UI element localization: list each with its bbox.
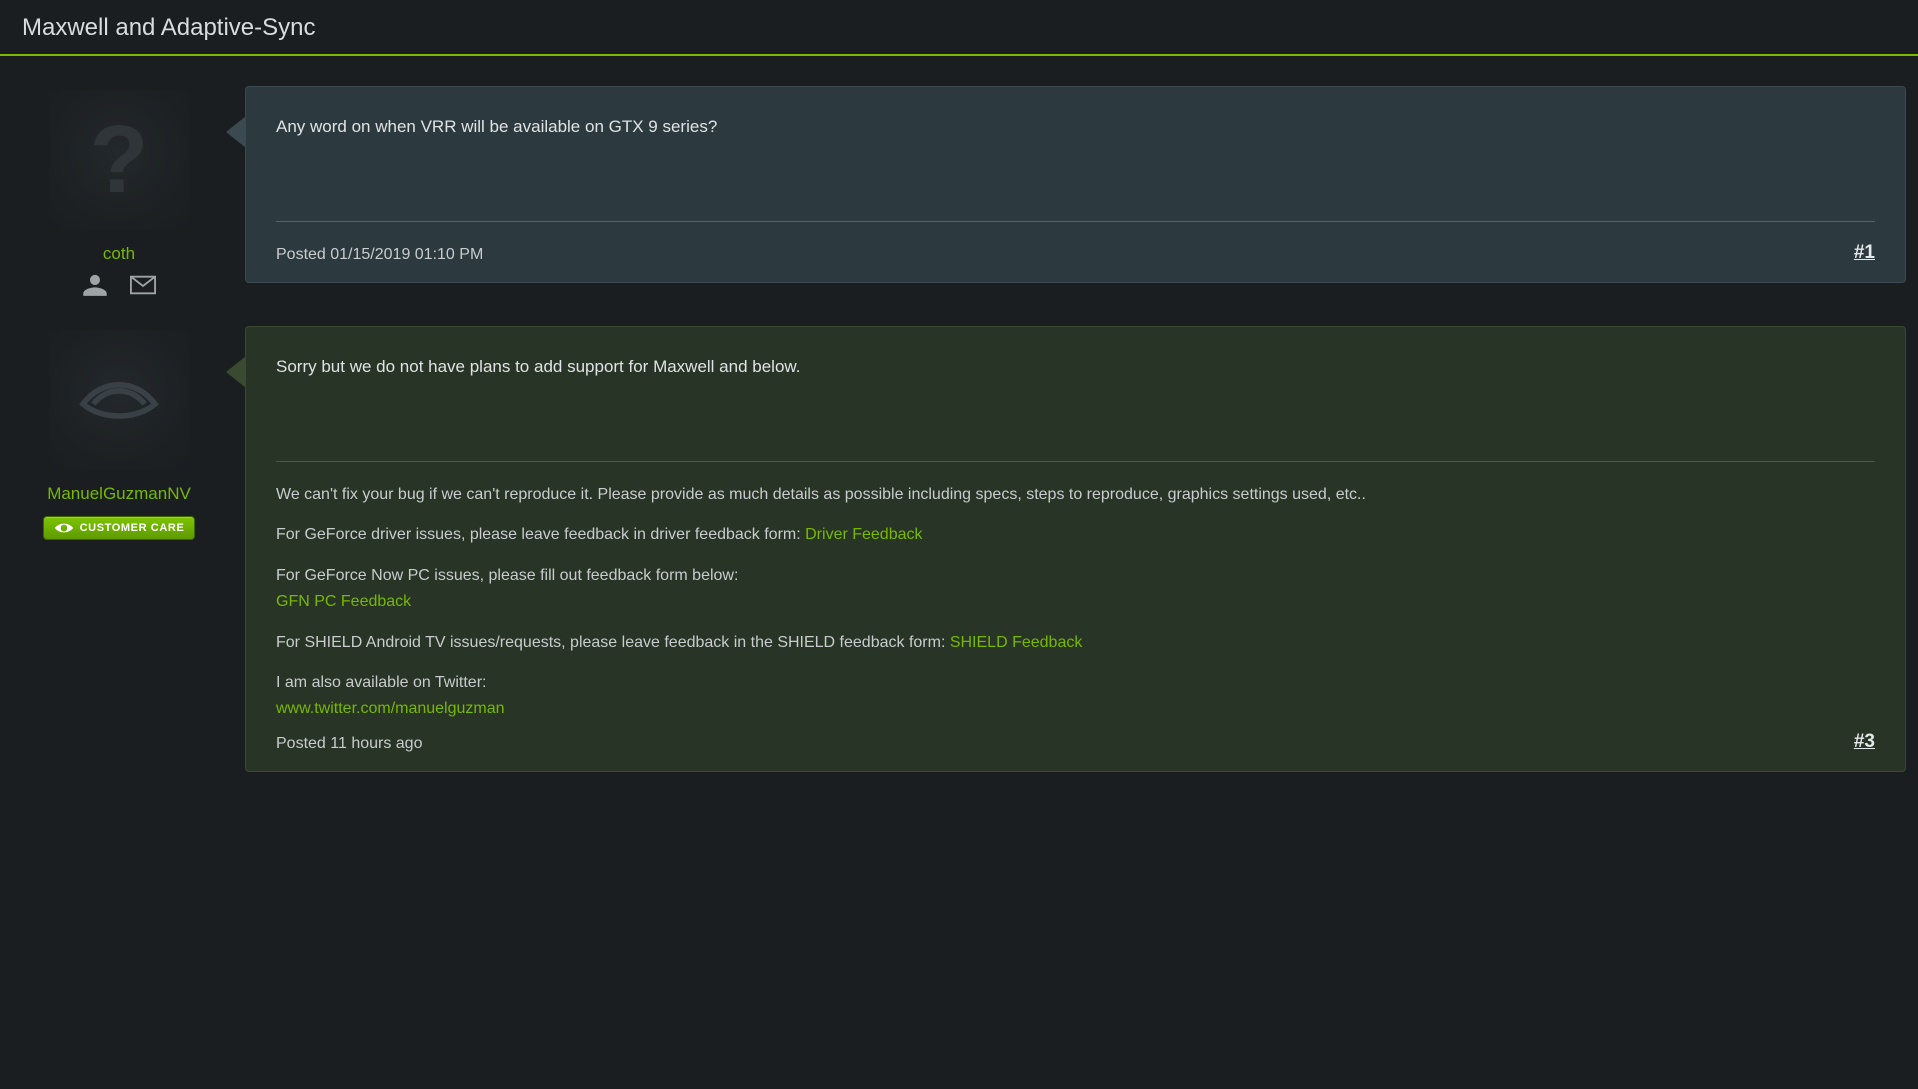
thread-title: Maxwell and Adaptive-Sync [0,0,1918,54]
nvidia-eye-icon [79,370,159,430]
author-action-icons [12,274,226,296]
signature-line: For GeForce Now PC issues, please fill o… [276,563,1875,616]
signature-text: For SHIELD Android TV issues/requests, p… [276,634,950,651]
post-text: Sorry but we do not have plans to add su… [276,355,1875,445]
post-divider [276,221,1875,222]
nvidia-eye-icon [54,521,74,535]
signature-line: We can't fix your bug if we can't reprod… [276,482,1875,508]
signature-line: For GeForce driver issues, please leave … [276,522,1875,548]
posted-timestamp: Posted 11 hours ago [276,735,422,753]
post-row: ? coth Any word on when VRR will be avai… [12,86,1906,296]
post-signature: We can't fix your bug if we can't reprod… [276,482,1875,723]
posts-container: ? coth Any word on when VRR will be avai… [0,56,1918,832]
speech-arrow-icon [226,116,246,148]
post-permalink[interactable]: #1 [1854,242,1875,264]
customer-care-badge: CUSTOMER CARE [43,516,196,540]
badge-label: CUSTOMER CARE [80,522,185,534]
shield-feedback-link[interactable]: SHIELD Feedback [950,634,1083,651]
author-column: ManuelGuzmanNV CUSTOMER CARE [12,326,226,540]
signature-text: I am also available on Twitter: [276,674,486,691]
twitter-link[interactable]: www.twitter.com/manuelguzman [276,700,505,717]
driver-feedback-link[interactable]: Driver Feedback [805,526,922,543]
author-name-link[interactable]: ManuelGuzmanNV [12,484,226,504]
posted-timestamp: Posted 01/15/2019 01:10 PM [276,246,483,264]
post-body: Sorry but we do not have plans to add su… [245,326,1906,772]
question-mark-icon: ? [90,112,149,208]
post-row: ManuelGuzmanNV CUSTOMER CARE Sorry but w… [12,326,1906,772]
author-column: ? coth [12,86,226,296]
post-permalink[interactable]: #3 [1854,731,1875,753]
signature-line: I am also available on Twitter: www.twit… [276,670,1875,723]
author-name-link[interactable]: coth [12,244,226,264]
signature-line: For SHIELD Android TV issues/requests, p… [276,630,1875,656]
message-icon[interactable] [130,274,156,296]
avatar-unknown: ? [49,90,189,230]
avatar-nvidia [49,330,189,470]
profile-icon[interactable] [82,274,108,296]
post-footer: Posted 11 hours ago #3 [276,731,1875,753]
speech-arrow-icon [226,356,246,388]
post-body: Any word on when VRR will be available o… [245,86,1906,283]
post-divider [276,461,1875,462]
post-footer: Posted 01/15/2019 01:10 PM #1 [276,242,1875,264]
post-text: Any word on when VRR will be available o… [276,115,1875,205]
signature-text: For GeForce Now PC issues, please fill o… [276,567,738,584]
signature-text: For GeForce driver issues, please leave … [276,526,805,543]
gfn-feedback-link[interactable]: GFN PC Feedback [276,593,411,610]
